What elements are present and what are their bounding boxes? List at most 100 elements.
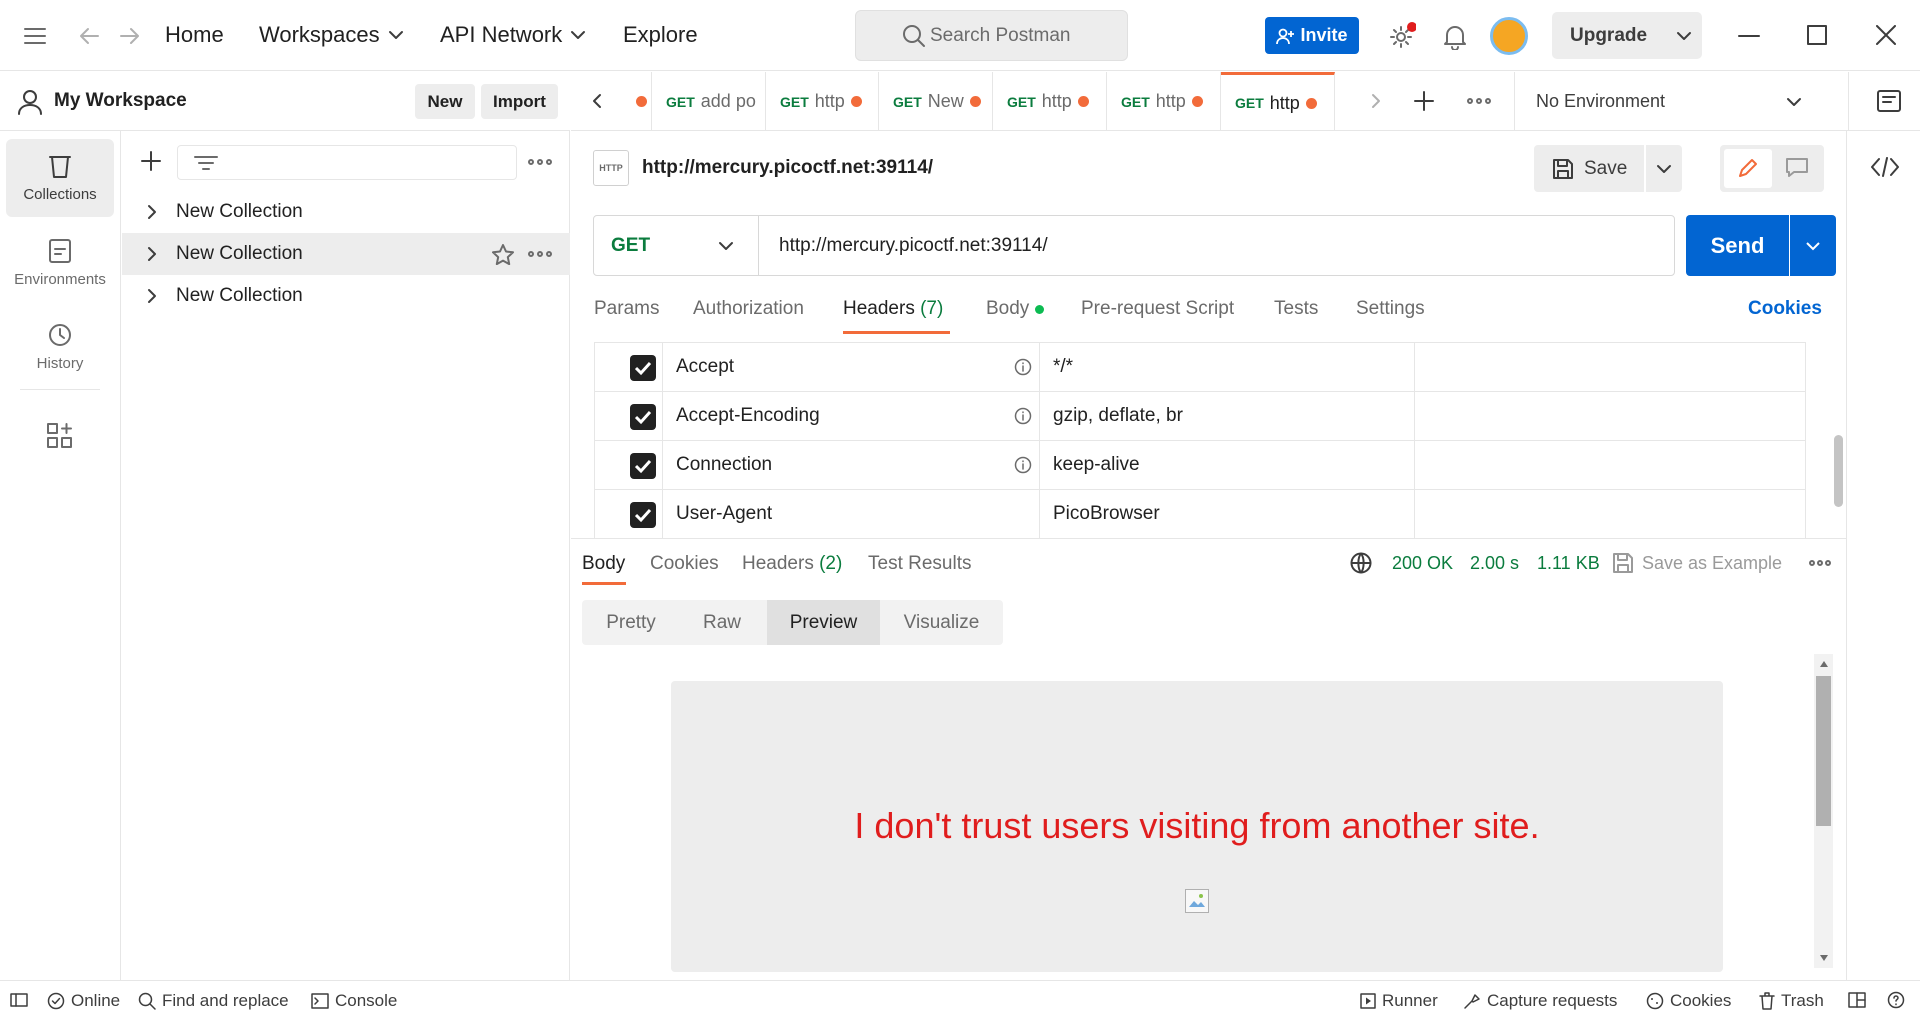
- request-title[interactable]: http://mercury.picoctf.net:39114/: [642, 157, 933, 179]
- rail-environments[interactable]: Environments: [6, 224, 114, 302]
- tab-authorization[interactable]: Authorization: [693, 298, 804, 320]
- code-icon[interactable]: [1871, 157, 1899, 177]
- response-tab-cookies[interactable]: Cookies: [650, 553, 719, 575]
- request-tab-active[interactable]: GET http: [1221, 72, 1335, 131]
- header-key[interactable]: Connection: [676, 454, 772, 476]
- invite-button[interactable]: Invite: [1265, 17, 1359, 54]
- more-options-icon[interactable]: [528, 251, 552, 257]
- save-as-example-button[interactable]: Save as Example: [1612, 552, 1782, 574]
- add-apps-icon[interactable]: [47, 423, 73, 449]
- find-replace-button[interactable]: Find and replace: [138, 991, 289, 1011]
- header-checkbox[interactable]: [630, 502, 656, 528]
- more-options-icon[interactable]: [1809, 560, 1831, 566]
- minimize-icon[interactable]: [1738, 34, 1760, 38]
- maximize-icon[interactable]: [1807, 25, 1827, 45]
- runner-button[interactable]: Runner: [1360, 991, 1438, 1011]
- info-icon[interactable]: [1014, 456, 1032, 474]
- help-icon[interactable]: [1887, 991, 1905, 1009]
- back-arrow-icon[interactable]: [78, 25, 100, 47]
- request-tab[interactable]: GET http: [1107, 72, 1221, 131]
- header-checkbox[interactable]: [630, 355, 656, 381]
- view-visualize[interactable]: Visualize: [880, 600, 1003, 645]
- info-icon[interactable]: [1014, 407, 1032, 425]
- header-key[interactable]: User-Agent: [676, 503, 772, 525]
- nav-explore[interactable]: Explore: [623, 22, 698, 48]
- chevron-right-icon[interactable]: [1371, 93, 1381, 109]
- rail-history[interactable]: History: [6, 308, 114, 386]
- two-pane-layout-icon[interactable]: [1848, 992, 1866, 1008]
- more-options-icon[interactable]: [1467, 98, 1491, 104]
- info-icon[interactable]: [1014, 358, 1032, 376]
- new-tab-plus-icon[interactable]: [1414, 91, 1434, 111]
- response-time[interactable]: 2.00 s: [1470, 553, 1519, 574]
- header-value[interactable]: */*: [1053, 356, 1073, 378]
- request-tab[interactable]: GET New: [879, 72, 993, 131]
- tab-body[interactable]: Body: [986, 298, 1045, 320]
- close-window-icon[interactable]: [1876, 25, 1896, 45]
- response-tab-test-results[interactable]: Test Results: [868, 553, 971, 575]
- search-input[interactable]: Search Postman: [855, 10, 1128, 61]
- star-icon[interactable]: [492, 244, 514, 265]
- view-raw[interactable]: Raw: [680, 600, 764, 645]
- new-button[interactable]: New: [415, 84, 475, 119]
- header-checkbox[interactable]: [630, 404, 656, 430]
- response-tab-headers[interactable]: Headers (2): [742, 553, 842, 575]
- scroll-down-arrow-icon[interactable]: [1819, 954, 1829, 962]
- collection-item[interactable]: New Collection: [122, 191, 570, 233]
- capture-requests-button[interactable]: Capture requests: [1463, 991, 1617, 1011]
- console-button[interactable]: Console: [311, 991, 397, 1011]
- preview-scrollbar-thumb[interactable]: [1816, 676, 1831, 826]
- url-input[interactable]: http://mercury.picoctf.net:39114/: [779, 235, 1048, 257]
- header-checkbox[interactable]: [630, 453, 656, 479]
- header-key[interactable]: Accept: [676, 356, 734, 378]
- scroll-up-arrow-icon[interactable]: [1819, 660, 1829, 668]
- rail-collections[interactable]: Collections: [6, 139, 114, 217]
- save-options-button[interactable]: [1646, 145, 1682, 192]
- toggle-sidebar-icon[interactable]: [10, 993, 28, 1007]
- request-tab[interactable]: GET http: [766, 72, 879, 131]
- globe-icon[interactable]: [1350, 552, 1372, 574]
- edit-mode-button[interactable]: [1724, 149, 1772, 188]
- collection-item[interactable]: New Collection: [122, 233, 570, 275]
- tab-settings[interactable]: Settings: [1356, 298, 1425, 320]
- avatar[interactable]: [1490, 17, 1528, 55]
- upgrade-button[interactable]: Upgrade: [1552, 12, 1702, 59]
- tab-overflow[interactable]: [622, 72, 652, 131]
- response-status[interactable]: 200 OK: [1392, 553, 1453, 574]
- import-button[interactable]: Import: [481, 84, 558, 119]
- environment-selector[interactable]: No Environment: [1514, 72, 1814, 131]
- settings-gear-icon[interactable]: [1388, 22, 1416, 50]
- chevron-left-icon[interactable]: [592, 93, 602, 109]
- notification-bell-icon[interactable]: [1443, 24, 1467, 50]
- collection-filter-input[interactable]: [177, 145, 517, 180]
- request-tab[interactable]: GET add po: [652, 72, 766, 131]
- online-status[interactable]: Online: [47, 991, 120, 1011]
- header-key[interactable]: Accept-Encoding: [676, 405, 820, 427]
- plus-icon[interactable]: [141, 151, 161, 171]
- tab-params[interactable]: Params: [594, 298, 659, 320]
- tab-headers[interactable]: Headers (7): [843, 298, 943, 320]
- menu-icon[interactable]: [24, 27, 46, 45]
- nav-api-network[interactable]: API Network: [440, 22, 586, 48]
- chevron-down-icon[interactable]: [1676, 31, 1692, 41]
- pane-divider[interactable]: [571, 538, 1846, 539]
- cookies-button[interactable]: Cookies: [1646, 991, 1731, 1011]
- save-button[interactable]: Save: [1534, 145, 1644, 192]
- tab-tests[interactable]: Tests: [1274, 298, 1318, 320]
- response-size[interactable]: 1.11 KB: [1537, 553, 1600, 574]
- collection-item[interactable]: New Collection: [122, 275, 570, 317]
- tab-pre-request-script[interactable]: Pre-request Script: [1081, 298, 1234, 320]
- request-tab[interactable]: GET http: [993, 72, 1107, 131]
- environment-quick-look-icon[interactable]: [1877, 90, 1901, 114]
- preview-scrollbar-track[interactable]: [1814, 654, 1833, 968]
- view-pretty[interactable]: Pretty: [582, 600, 680, 645]
- header-value[interactable]: keep-alive: [1053, 454, 1140, 476]
- more-options-icon[interactable]: [528, 159, 552, 165]
- nav-home[interactable]: Home: [165, 22, 224, 48]
- send-options-button[interactable]: [1790, 215, 1836, 276]
- nav-workspaces[interactable]: Workspaces: [259, 22, 404, 48]
- trash-button[interactable]: Trash: [1759, 991, 1824, 1011]
- comment-icon[interactable]: [1786, 158, 1808, 178]
- view-preview[interactable]: Preview: [767, 600, 880, 645]
- header-value[interactable]: gzip, deflate, br: [1053, 405, 1183, 427]
